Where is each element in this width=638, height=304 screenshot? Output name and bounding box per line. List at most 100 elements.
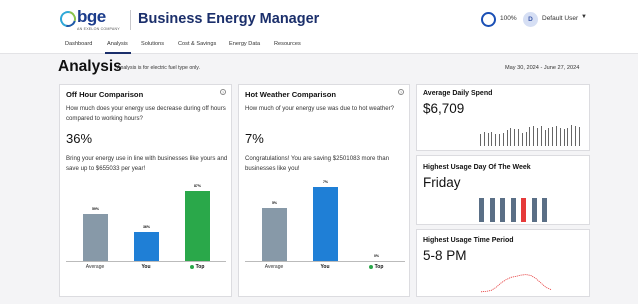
spend-bar: [480, 134, 481, 146]
bar-value-label: 0%: [373, 254, 380, 258]
hot-weather-percent: 7%: [245, 131, 264, 146]
spend-bar: [510, 128, 512, 146]
x-label-you: You: [141, 264, 151, 270]
spend-bar: [529, 126, 531, 146]
spend-bar: [533, 126, 535, 146]
x-label-top: Top: [177, 264, 217, 270]
x-axis-line: [66, 261, 226, 262]
usage-line: [480, 274, 552, 293]
user-name[interactable]: Default User: [542, 15, 578, 22]
top-header: bge AN EXELON COMPANY Business Energy Ma…: [0, 0, 638, 38]
off-hour-percent: 36%: [66, 131, 93, 146]
bge-logo[interactable]: bge AN EXELON COMPANY: [57, 7, 126, 33]
usage-time-line-chart: [480, 274, 552, 293]
bar-top: [185, 191, 210, 261]
nav-tab-resources[interactable]: Resources: [274, 41, 301, 47]
spend-bar: [559, 128, 561, 146]
bar-average: [83, 213, 108, 261]
daily-spend-value: $6,709: [423, 101, 465, 116]
spend-bar: [567, 127, 569, 146]
day-bar: [510, 198, 516, 222]
header-divider: [130, 10, 131, 30]
day-bar-highlighted: [521, 198, 526, 222]
x-label-top: Top: [356, 264, 396, 270]
spend-bar: [525, 132, 527, 146]
day-bar: [489, 198, 495, 222]
page-title: Analysis: [58, 58, 122, 75]
spend-bar: [483, 132, 485, 146]
spend-bar: [487, 133, 489, 146]
x-label-top-text: Top: [374, 264, 384, 270]
spend-bar: [491, 132, 493, 146]
bar-you: [313, 187, 338, 261]
day-bar: [479, 198, 484, 222]
bge-logo-ring-icon: [57, 8, 79, 30]
day-bar: [542, 198, 547, 222]
user-avatar[interactable]: D: [523, 12, 538, 27]
spend-bar: [537, 128, 538, 146]
nav-tab-analysis[interactable]: Analysis: [107, 41, 128, 47]
top-performer-icon: [189, 264, 194, 269]
profile-progress-text: 100%: [500, 15, 517, 22]
day-bar: [531, 198, 537, 222]
bar-value-label: 7%: [322, 180, 329, 185]
nav-tab-solutions[interactable]: Solutions: [141, 41, 164, 47]
card-message: Bring your energy use in line with busin…: [66, 155, 228, 172]
average-daily-spend-card: Average Daily Spend $6,709: [416, 84, 590, 151]
spend-bar: [571, 125, 573, 146]
spend-bar: [548, 128, 550, 146]
spend-bar: [518, 129, 519, 146]
x-label-average: Average: [264, 264, 284, 270]
x-label-average: Average: [85, 264, 105, 270]
spend-bar: [506, 130, 508, 146]
info-icon[interactable]: ?: [220, 89, 226, 95]
bar-value-label: 36%: [142, 225, 150, 230]
spend-bar: [521, 133, 523, 146]
card-title: Highest Usage Day Of The Week: [423, 164, 531, 171]
day-bar: [500, 198, 505, 222]
bar-average: [262, 208, 287, 261]
card-message: Congratulations! You are saving $2501083…: [245, 155, 389, 172]
hot-weather-comparison-card: Hot Weather Comparison ? How much of you…: [238, 84, 410, 297]
card-title: Average Daily Spend: [423, 90, 493, 97]
spend-bar: [556, 126, 557, 146]
nav-tab-energy-data[interactable]: Energy Data: [229, 41, 260, 47]
logo-subtitle: AN EXELON COMPANY: [77, 27, 120, 31]
x-axis-line: [245, 261, 405, 262]
info-icon[interactable]: ?: [398, 89, 404, 95]
usage-day-value: Friday: [423, 175, 461, 190]
bar-you: [134, 232, 159, 261]
spend-bar: [502, 133, 504, 146]
top-performer-icon: [368, 264, 373, 269]
spend-bar: [575, 126, 576, 146]
spend-bar: [578, 126, 580, 146]
spend-bar: [514, 129, 516, 146]
card-title: Highest Usage Time Period: [423, 237, 514, 244]
nav-tab-dashboard[interactable]: Dashboard: [65, 41, 92, 47]
date-range[interactable]: May 30, 2024 - June 27, 2024: [505, 65, 579, 71]
spend-bar: [563, 129, 565, 146]
bar-value-label: 59%: [91, 206, 99, 211]
bar-value-label: 5%: [271, 201, 278, 206]
spend-bar: [495, 133, 497, 146]
active-tab-indicator: [105, 52, 131, 54]
logo-wordmark: bge: [77, 7, 106, 26]
card-question: How much does your energy use decrease d…: [66, 105, 226, 122]
highest-usage-day-card: Highest Usage Day Of The Week Friday: [416, 155, 590, 225]
off-hour-comparison-card: Off Hour Comparison ? How much does your…: [59, 84, 232, 297]
bar-value-label: 87%: [193, 184, 201, 189]
card-title: Hot Weather Comparison: [245, 90, 336, 99]
card-title: Off Hour Comparison: [66, 90, 144, 99]
app-title: Business Energy Manager: [138, 11, 320, 27]
spend-bar: [540, 126, 542, 146]
main-nav: Dashboard Analysis Solutions Cost & Savi…: [0, 38, 638, 54]
x-label-top-text: Top: [195, 264, 205, 270]
user-menu-caret-icon[interactable]: ▼: [581, 14, 587, 20]
nav-tab-cost-savings[interactable]: Cost & Savings: [178, 41, 216, 47]
x-label-you: You: [320, 264, 330, 270]
page-subtitle: Analysis is for electric fuel type only.: [117, 65, 200, 71]
profile-progress-ring-icon: [481, 12, 496, 27]
spend-bar: [552, 127, 554, 146]
usage-time-value: 5-8 PM: [423, 248, 467, 263]
card-question: How much of your energy use was due to h…: [245, 105, 395, 112]
